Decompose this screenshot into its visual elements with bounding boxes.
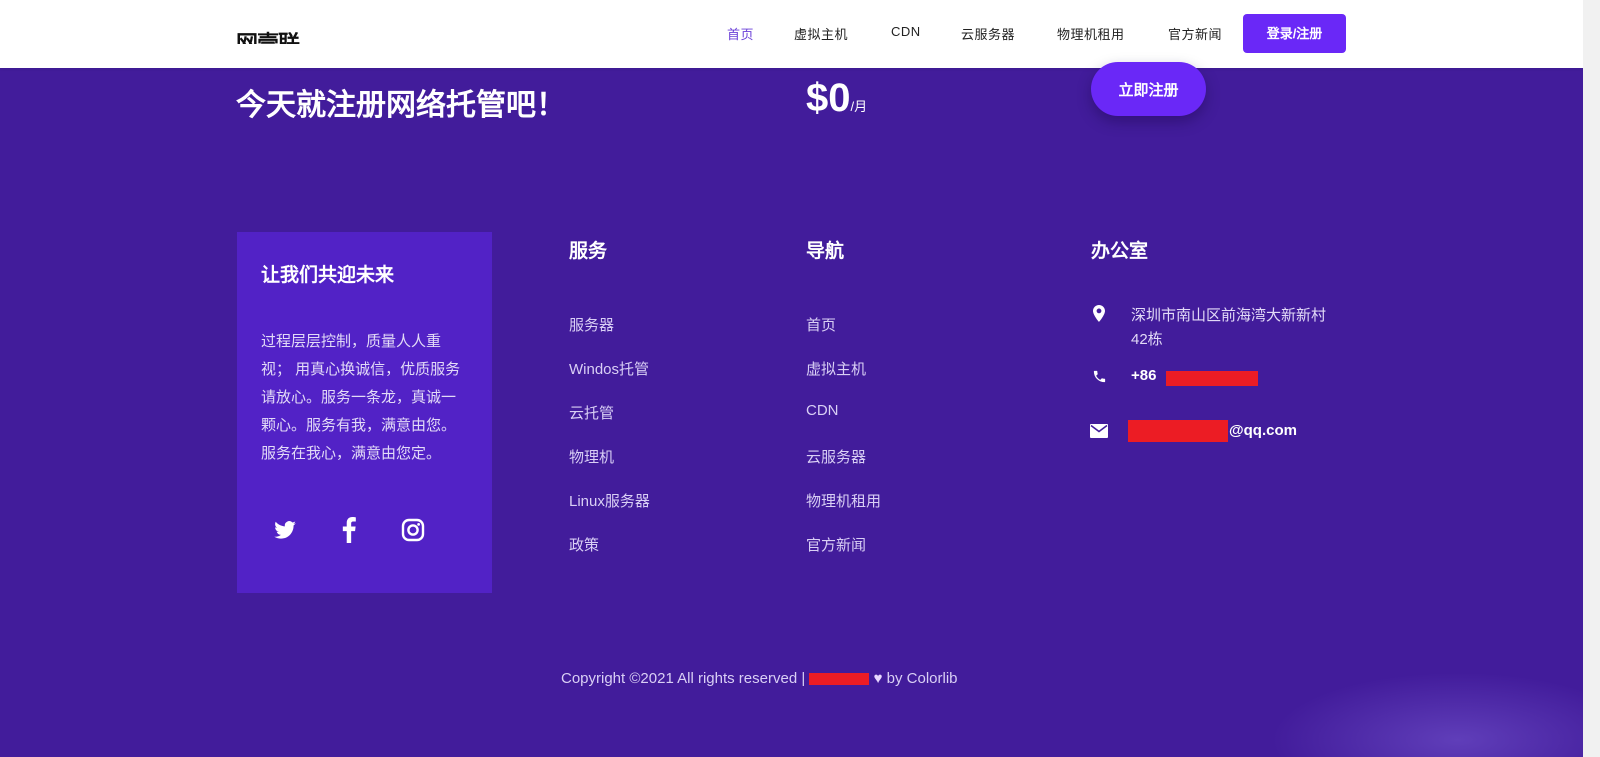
footer-nav-link[interactable]: CDN xyxy=(806,402,839,419)
services-link[interactable]: 政策 xyxy=(569,534,599,555)
decorative-glow xyxy=(1270,672,1583,757)
nav-item-physical-rental[interactable]: 物理机租用 xyxy=(1057,24,1125,43)
heart-icon: ♥ xyxy=(873,670,883,687)
redacted-email xyxy=(1128,420,1228,442)
services-title: 服务 xyxy=(569,241,608,262)
footer-nav-link[interactable]: 云服务器 xyxy=(806,446,866,467)
phone-icon xyxy=(1090,367,1108,385)
register-now-button[interactable]: 立即注册 xyxy=(1091,62,1206,116)
nav-item-news[interactable]: 官方新闻 xyxy=(1168,24,1222,43)
about-text: 过程层层控制，质量人人重视； 用真心换诚信，优质服务请放心。服务一条龙，真诚一颗… xyxy=(261,333,461,462)
navigation-title: 导航 xyxy=(806,241,845,262)
cta-title: 今天就注册网络托管吧！ xyxy=(236,89,566,122)
office-address-line1: 深圳市南山区前海湾大新新村 xyxy=(1131,307,1327,324)
cta-price: $0/月 xyxy=(806,76,867,121)
redacted-brand xyxy=(809,673,870,686)
twitter-icon[interactable] xyxy=(269,514,301,546)
login-register-button[interactable]: 登录/注册 xyxy=(1243,14,1346,53)
footer-nav-link[interactable]: 物理机租用 xyxy=(806,490,881,511)
services-link[interactable]: Windos托管 xyxy=(569,358,649,379)
services-link[interactable]: 物理机 xyxy=(569,446,614,467)
price-period: /月 xyxy=(850,99,868,114)
services-link[interactable]: 云托管 xyxy=(569,402,614,423)
about-title: 让我们共迎未来 xyxy=(261,265,395,286)
office-address-line2: 42栋 xyxy=(1131,331,1163,348)
services-link[interactable]: 服务器 xyxy=(569,314,614,335)
map-pin-icon xyxy=(1090,304,1108,322)
redacted-phone xyxy=(1166,371,1258,386)
copyright-suffix: by Colorlib xyxy=(886,670,958,687)
copyright: Copyright ©2021 All rights reserved | ♥ … xyxy=(561,670,958,687)
footer-nav-link[interactable]: 虚拟主机 xyxy=(806,358,866,379)
footer-nav-link[interactable]: 官方新闻 xyxy=(806,534,866,555)
nav-item-home[interactable]: 首页 xyxy=(727,24,754,43)
top-header: 网壹联 首页 虚拟主机 CDN 云服务器 物理机租用 官方新闻 登录/注册 xyxy=(0,0,1583,68)
copyright-prefix: Copyright ©2021 All rights reserved | xyxy=(561,670,806,687)
price-amount: $0 xyxy=(806,76,851,120)
page-scrollbar[interactable] xyxy=(1583,0,1600,757)
nav-item-cloud-server[interactable]: 云服务器 xyxy=(961,24,1015,43)
office-phone-prefix: +86 xyxy=(1131,367,1157,384)
office-title: 办公室 xyxy=(1091,241,1149,262)
services-link[interactable]: Linux服务器 xyxy=(569,490,650,511)
about-card: 让我们共迎未来 过程层层控制，质量人人重视； 用真心换诚信，优质服务请放心。服务… xyxy=(237,232,492,593)
facebook-icon[interactable] xyxy=(333,514,365,546)
office-email-suffix: @qq.com xyxy=(1229,422,1297,439)
nav-item-cdn[interactable]: CDN xyxy=(891,24,921,39)
envelope-icon xyxy=(1090,422,1108,440)
footer-nav-link[interactable]: 首页 xyxy=(806,314,836,335)
instagram-icon[interactable] xyxy=(397,514,429,546)
nav-item-virtual-host[interactable]: 虚拟主机 xyxy=(794,24,848,43)
